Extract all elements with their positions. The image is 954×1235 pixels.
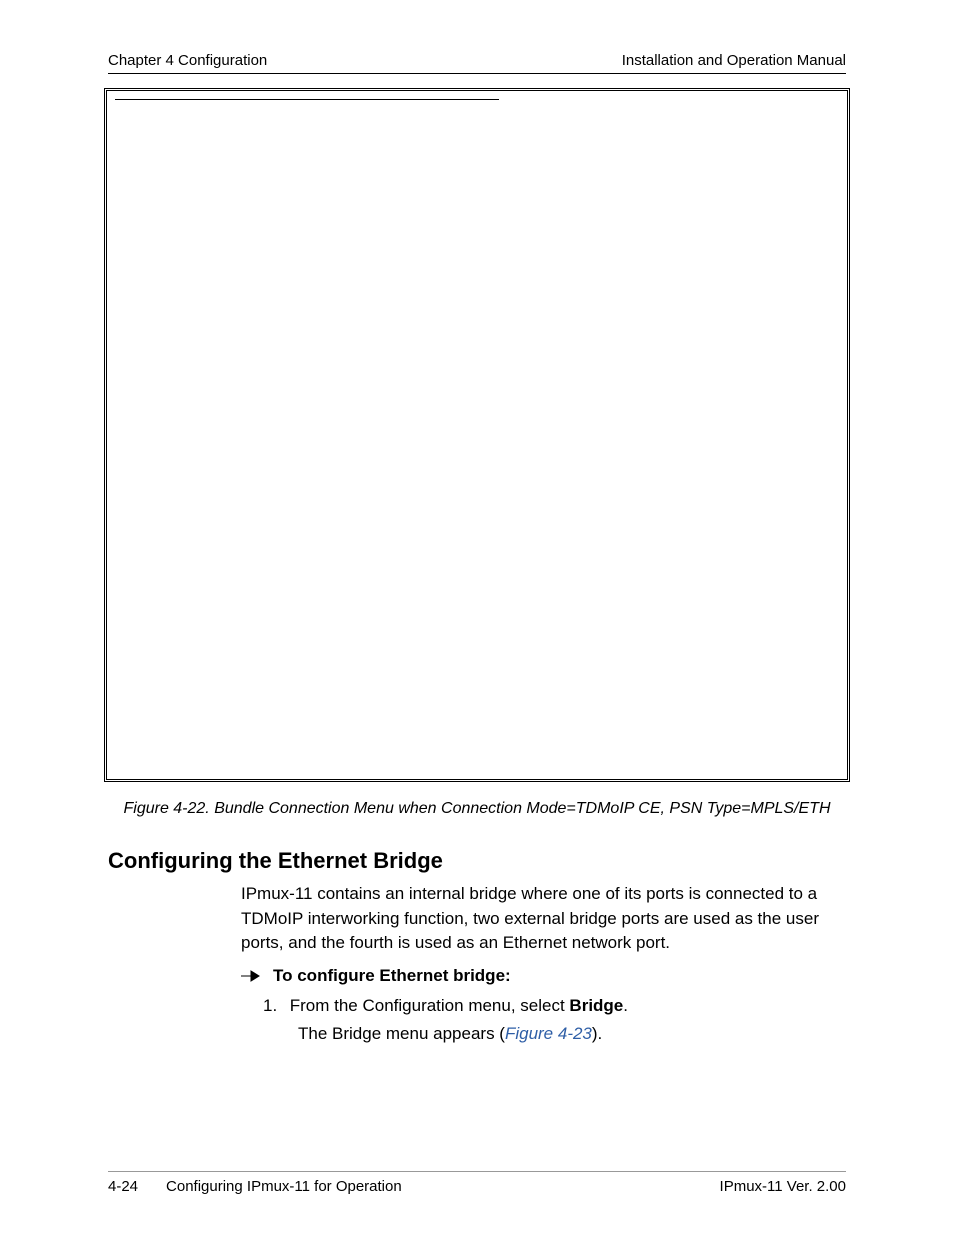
step-text-suffix: . [623,996,628,1015]
footer-product-version: IPmux-11 Ver. 2.00 [720,1178,846,1195]
procedure-arrow-icon [241,969,263,983]
header-chapter: Chapter 4 Configuration [108,52,267,69]
page-header: Chapter 4 Configuration Installation and… [108,52,846,74]
figure-screenshot-box [104,88,850,782]
step-number: 1. [263,996,285,1016]
result-prefix: The Bridge menu appears ( [298,1024,505,1043]
figure-inner-rule [115,99,499,100]
footer-left: 4-24 Configuring IPmux-11 for Operation [108,1178,402,1195]
section-heading: Configuring the Ethernet Bridge [108,848,443,874]
procedure-title: To configure Ethernet bridge: [273,966,511,986]
page-footer: 4-24 Configuring IPmux-11 for Operation … [108,1171,846,1195]
figure-caption: Figure 4-22. Bundle Connection Menu when… [0,800,954,818]
procedure-result: The Bridge menu appears (Figure 4-23). [298,1024,602,1044]
result-suffix: ). [592,1024,602,1043]
step-text-bold: Bridge [569,996,623,1015]
figure-reference-link[interactable]: Figure 4-23 [505,1024,592,1043]
footer-section-title: Configuring IPmux-11 for Operation [166,1178,402,1195]
footer-page-number: 4-24 [108,1178,138,1195]
procedure-heading-line: To configure Ethernet bridge: [241,966,511,986]
section-paragraph: IPmux-11 contains an internal bridge whe… [241,882,836,956]
header-manual-title: Installation and Operation Manual [622,52,846,69]
step-text-prefix: From the Configuration menu, select [290,996,570,1015]
procedure-step: 1. From the Configuration menu, select B… [263,996,628,1016]
